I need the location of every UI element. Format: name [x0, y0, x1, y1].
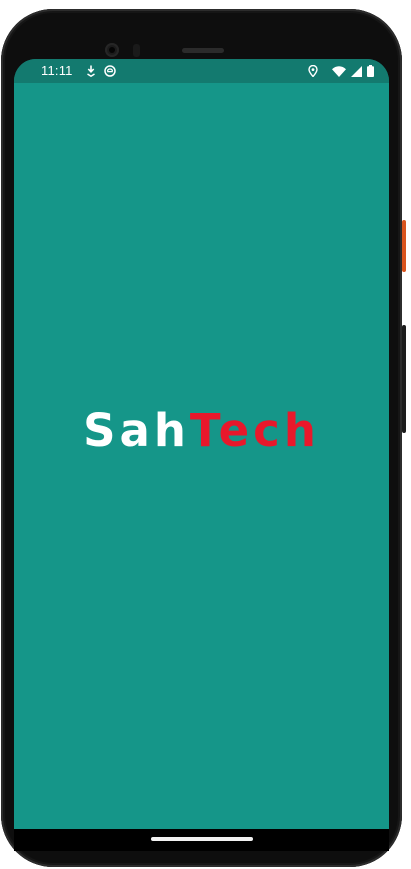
power-button [402, 220, 406, 272]
location-icon [308, 65, 318, 77]
status-left-icons [86, 64, 116, 78]
status-bar: 11:11 [14, 59, 389, 83]
earpiece-speaker [182, 48, 224, 53]
status-right-icons [308, 64, 374, 78]
status-time: 11:11 [41, 63, 73, 78]
cell-signal-icon [351, 65, 362, 77]
app-logo: SahTech [14, 401, 389, 461]
proximity-sensor [133, 44, 140, 57]
front-camera [105, 43, 119, 57]
wifi-icon [332, 65, 346, 77]
logo-text-primary: Sah [83, 404, 190, 457]
logo-text-accent: Tech [189, 404, 320, 457]
gesture-nav-bar [14, 829, 389, 851]
download-icon [86, 65, 96, 77]
splash-screen: 11:11 SahTech [14, 59, 389, 829]
home-gesture-handle[interactable] [151, 837, 253, 841]
battery-icon [367, 65, 374, 77]
app-notification-icon [104, 65, 116, 77]
volume-button [402, 325, 406, 433]
